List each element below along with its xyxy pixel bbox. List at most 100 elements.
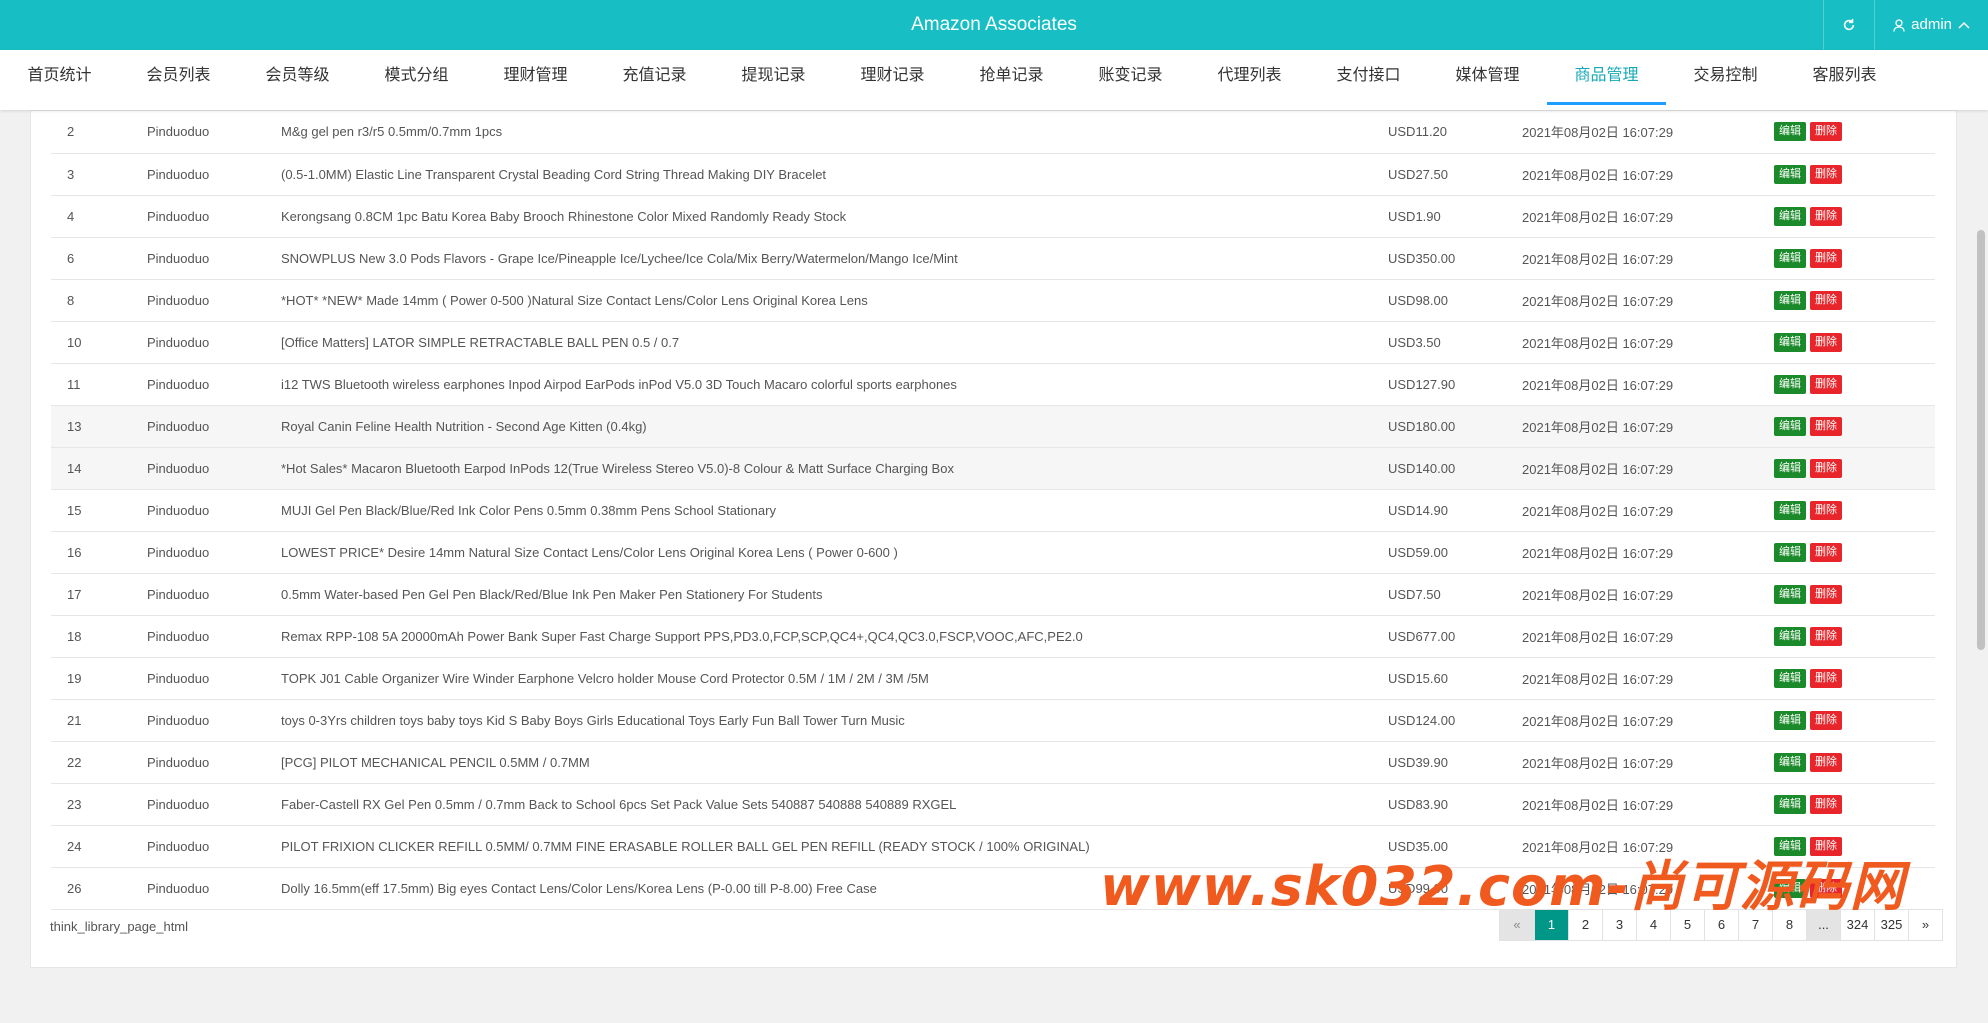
edit-button[interactable]: 编辑 (1774, 626, 1806, 646)
edit-button[interactable]: 编辑 (1774, 164, 1806, 184)
nav-item[interactable]: 模式分组 (357, 50, 476, 110)
row-actions: 编辑 删除 (1774, 111, 1935, 154)
scrollbar[interactable] (1974, 110, 1988, 1023)
nav-item[interactable]: 理财管理 (476, 50, 595, 110)
edit-button[interactable]: 编辑 (1774, 500, 1806, 520)
table-row: 15 Pinduoduo MUJI Gel Pen Black/Blue/Red I… (51, 489, 1935, 532)
next-page-button[interactable]: » (1908, 910, 1942, 940)
table-row: 22 Pinduoduo [PCG] PILOT MECHANICAL PENCIL… (51, 741, 1935, 784)
delete-button[interactable]: 删除 (1810, 332, 1842, 352)
table-row: 11 Pinduoduo i12 TWS Bluetooth wireless ea… (51, 363, 1935, 406)
delete-button[interactable]: 删除 (1810, 752, 1842, 772)
row-platform: Pinduoduo (147, 657, 281, 700)
nav-item[interactable]: 会员等级 (238, 50, 357, 110)
row-product-name: Faber-Castell RX Gel Pen 0.5mm / 0.7mm B… (281, 783, 1388, 826)
header-tools: admin (1823, 0, 1988, 50)
row-actions: 编辑 删除 (1774, 237, 1935, 280)
nav-item[interactable]: 提现记录 (714, 50, 833, 110)
nav-item[interactable]: 媒体管理 (1428, 50, 1547, 110)
row-platform: Pinduoduo (147, 111, 281, 154)
nav-item[interactable]: 商品管理 (1547, 50, 1666, 110)
nav-item[interactable]: 支付接口 (1309, 50, 1428, 110)
scrollbar-thumb[interactable] (1977, 230, 1985, 650)
row-actions: 编辑 删除 (1774, 321, 1935, 364)
row-price: USD39.90 (1388, 741, 1522, 784)
edit-button[interactable]: 编辑 (1774, 122, 1806, 142)
row-price: USD124.00 (1388, 699, 1522, 742)
row-id: 23 (51, 783, 147, 826)
nav-item[interactable]: 账变记录 (1071, 50, 1190, 110)
edit-button[interactable]: 编辑 (1774, 710, 1806, 730)
row-time: 2021年08月02日 16:07:29 (1522, 699, 1774, 742)
table-row: 2 Pinduoduo M&g gel pen r3/r5 0.5mm/0.7mm … (51, 111, 1935, 154)
row-id: 13 (51, 405, 147, 448)
row-id: 2 (51, 111, 147, 154)
nav-item[interactable]: 理财记录 (833, 50, 952, 110)
row-product-name: Royal Canin Feline Health Nutrition - Se… (281, 405, 1388, 448)
edit-button[interactable]: 编辑 (1774, 584, 1806, 604)
delete-button[interactable]: 删除 (1810, 542, 1842, 562)
edit-button[interactable]: 编辑 (1774, 374, 1806, 394)
row-platform: Pinduoduo (147, 741, 281, 784)
edit-button[interactable]: 编辑 (1774, 794, 1806, 814)
delete-button[interactable]: 删除 (1810, 794, 1842, 814)
table-row: 3 Pinduoduo (0.5-1.0MM) Elastic Line Trans… (51, 153, 1935, 196)
row-time: 2021年08月02日 16:07:29 (1522, 195, 1774, 238)
nav-item[interactable]: 抢单记录 (952, 50, 1071, 110)
edit-button[interactable]: 编辑 (1774, 290, 1806, 310)
edit-button[interactable]: 编辑 (1774, 416, 1806, 436)
delete-button[interactable]: 删除 (1810, 500, 1842, 520)
row-actions: 编辑 删除 (1774, 153, 1935, 196)
delete-button[interactable]: 删除 (1810, 248, 1842, 268)
delete-button[interactable]: 删除 (1810, 206, 1842, 226)
row-platform: Pinduoduo (147, 825, 281, 868)
nav-item[interactable]: 交易控制 (1666, 50, 1785, 110)
row-actions: 编辑 删除 (1774, 531, 1935, 574)
edit-button[interactable]: 编辑 (1774, 752, 1806, 772)
edit-button[interactable]: 编辑 (1774, 206, 1806, 226)
nav-item[interactable]: 充值记录 (595, 50, 714, 110)
delete-button[interactable]: 删除 (1810, 122, 1842, 142)
edit-button[interactable]: 编辑 (1774, 332, 1806, 352)
pagination-note: think_library_page_html (50, 919, 189, 934)
row-product-name: LOWEST PRICE* Desire 14mm Natural Size C… (281, 531, 1388, 574)
delete-button[interactable]: 删除 (1810, 668, 1842, 688)
row-product-name: i12 TWS Bluetooth wireless earphones Inp… (281, 363, 1388, 406)
edit-button[interactable]: 编辑 (1774, 458, 1806, 478)
row-id: 15 (51, 489, 147, 532)
refresh-icon (1843, 18, 1855, 31)
row-price: USD350.00 (1388, 237, 1522, 280)
delete-button[interactable]: 删除 (1810, 290, 1842, 310)
delete-button[interactable]: 删除 (1810, 374, 1842, 394)
delete-button[interactable]: 删除 (1810, 584, 1842, 604)
nav-item[interactable]: 客服列表 (1785, 50, 1904, 110)
edit-button[interactable]: 编辑 (1774, 668, 1806, 688)
row-product-name: (0.5-1.0MM) Elastic Line Transparent Cry… (281, 153, 1388, 196)
table-row: 16 Pinduoduo LOWEST PRICE* Desire 14mm Nat… (51, 531, 1935, 574)
delete-button[interactable]: 删除 (1810, 458, 1842, 478)
table-row: 6 Pinduoduo SNOWPLUS New 3.0 Pods Flavors … (51, 237, 1935, 280)
delete-button[interactable]: 删除 (1810, 626, 1842, 646)
nav-item[interactable]: 会员列表 (119, 50, 238, 110)
row-platform: Pinduoduo (147, 615, 281, 658)
row-id: 6 (51, 237, 147, 280)
edit-button[interactable]: 编辑 (1774, 542, 1806, 562)
row-price: USD59.00 (1388, 531, 1522, 574)
row-id: 11 (51, 363, 147, 406)
delete-button[interactable]: 删除 (1810, 416, 1842, 436)
row-price: USD1.90 (1388, 195, 1522, 238)
row-platform: Pinduoduo (147, 699, 281, 742)
row-product-name: 0.5mm Water-based Pen Gel Pen Black/Red/… (281, 573, 1388, 616)
nav-item[interactable]: 代理列表 (1190, 50, 1309, 110)
row-time: 2021年08月02日 16:07:29 (1522, 783, 1774, 826)
table-row: 23 Pinduoduo Faber-Castell RX Gel Pen 0.5m… (51, 783, 1935, 826)
delete-button[interactable]: 删除 (1810, 164, 1842, 184)
delete-button[interactable]: 删除 (1810, 710, 1842, 730)
row-product-name: MUJI Gel Pen Black/Blue/Red Ink Color Pe… (281, 489, 1388, 532)
row-id: 18 (51, 615, 147, 658)
row-actions: 编辑 删除 (1774, 363, 1935, 406)
edit-button[interactable]: 编辑 (1774, 248, 1806, 268)
refresh-button[interactable] (1823, 0, 1874, 50)
nav-item[interactable]: 首页统计 (0, 50, 119, 110)
user-menu[interactable]: admin (1874, 0, 1988, 50)
